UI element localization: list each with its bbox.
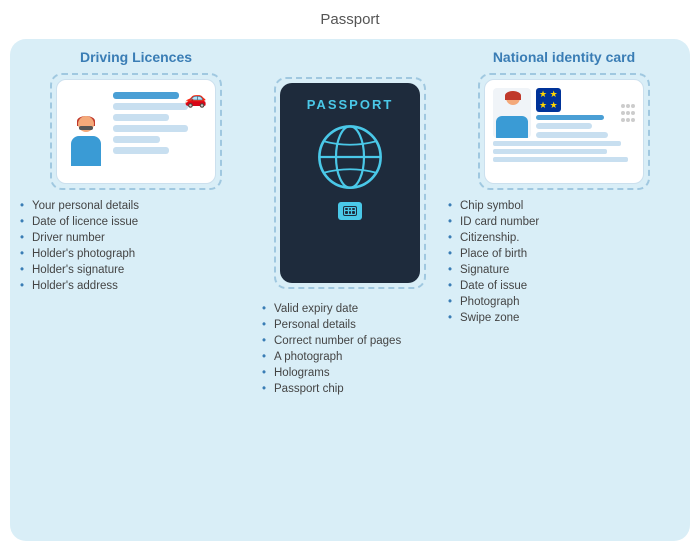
passport-label: PASSPORT bbox=[307, 97, 394, 112]
list-item: Driver number bbox=[18, 230, 254, 246]
dl-bar-5 bbox=[113, 136, 160, 143]
driving-licences-list: Your personal details Date of licence is… bbox=[18, 198, 254, 294]
dl-bar-3 bbox=[113, 114, 169, 121]
driving-licence-card: 🚗 bbox=[56, 79, 216, 184]
eu-stars: ★ ★★ ★ bbox=[536, 88, 561, 112]
list-item: Swipe zone bbox=[446, 310, 682, 326]
list-item: ID card number bbox=[446, 214, 682, 230]
nid-top: ★ ★★ ★ bbox=[493, 88, 635, 138]
nid-bottom bbox=[493, 141, 635, 162]
main-container: Passport Driving Licences bbox=[10, 11, 690, 541]
passport-section: PASSPORT bbox=[260, 49, 440, 529]
dl-bar-6 bbox=[113, 147, 169, 154]
list-item: Passport chip bbox=[260, 381, 440, 397]
national-id-list: Chip symbol ID card number Citizenship. … bbox=[446, 198, 682, 326]
national-id-card: ★ ★★ ★ bbox=[484, 79, 644, 184]
list-item: Holder's signature bbox=[18, 262, 254, 278]
list-item: Date of issue bbox=[446, 278, 682, 294]
dl-person-photo bbox=[65, 88, 107, 176]
list-item: Personal details bbox=[260, 317, 440, 333]
dl-bar-4 bbox=[113, 125, 188, 132]
list-item: Correct number of pages bbox=[260, 333, 440, 349]
chip-icon bbox=[338, 202, 362, 220]
passport-card: PASSPORT bbox=[280, 83, 420, 283]
driving-licence-card-wrapper: 🚗 bbox=[50, 73, 222, 190]
driving-licences-title: Driving Licences bbox=[80, 49, 192, 65]
nid-bar-3 bbox=[536, 132, 608, 138]
dl-bar-1 bbox=[113, 92, 179, 99]
national-id-card-wrapper: ★ ★★ ★ bbox=[478, 73, 650, 190]
passport-card-wrapper: PASSPORT bbox=[274, 77, 426, 289]
national-id-title: National identity card bbox=[493, 49, 635, 65]
nid-dots bbox=[621, 88, 635, 138]
nid-bar-1 bbox=[536, 115, 604, 121]
list-item: Your personal details bbox=[18, 198, 254, 214]
content-area: Driving Licences bbox=[10, 39, 690, 541]
car-icon: 🚗 bbox=[185, 88, 207, 109]
list-item: Holograms bbox=[260, 365, 440, 381]
list-item: Date of licence issue bbox=[18, 214, 254, 230]
list-item: Chip symbol bbox=[446, 198, 682, 214]
national-id-section: National identity card ★ ★★ ★ bbox=[446, 49, 682, 529]
chip-inner bbox=[343, 206, 357, 216]
list-item: Holder's photograph bbox=[18, 246, 254, 262]
list-item: Place of birth bbox=[446, 246, 682, 262]
person-glasses bbox=[79, 126, 93, 130]
passport-list: Valid expiry date Personal details Corre… bbox=[260, 301, 440, 397]
nid-right: ★ ★★ ★ bbox=[536, 88, 616, 138]
nid-photo bbox=[493, 88, 531, 138]
list-item: Citizenship. bbox=[446, 230, 682, 246]
dl-person-figure bbox=[67, 116, 105, 176]
list-item: Photograph bbox=[446, 294, 682, 310]
person-body bbox=[71, 136, 101, 166]
globe-icon bbox=[315, 122, 385, 192]
list-item: A photograph bbox=[260, 349, 440, 365]
list-item: Signature bbox=[446, 262, 682, 278]
passport-title: Passport bbox=[250, 11, 450, 28]
driving-licences-section: Driving Licences bbox=[18, 49, 254, 529]
dl-bar-2 bbox=[113, 103, 188, 110]
nid-bar-2 bbox=[536, 123, 592, 129]
list-item: Valid expiry date bbox=[260, 301, 440, 317]
list-item: Holder's address bbox=[18, 278, 254, 294]
